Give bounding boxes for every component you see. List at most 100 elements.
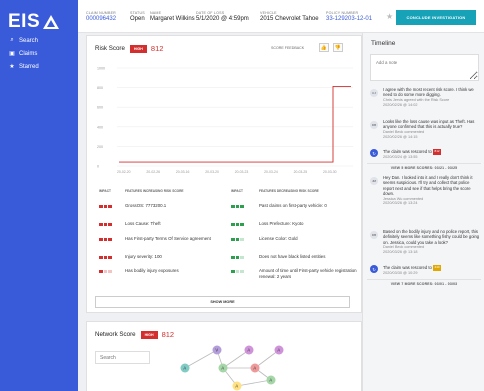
risk-score-chart: 1000 800 600 400 200 0 20-02-20 20-02-26 20-03-1… — [97, 67, 353, 174]
impact-square — [231, 204, 235, 208]
impact-header-left: IMPACT — [99, 189, 111, 193]
feature-label: Does not have black listed entities — [259, 254, 326, 259]
logo-triangle-icon — [43, 15, 60, 29]
network-node[interactable]: A — [180, 363, 190, 373]
timeline-message: Hey Dan. I looked into it and I really d… — [383, 175, 473, 197]
impact-square — [235, 237, 239, 241]
network-score-title: Network Score HIGH 812 — [95, 330, 175, 339]
network-node[interactable]: A — [218, 363, 228, 373]
add-note-input[interactable] — [370, 54, 479, 81]
x-tick-label: 20-03-24 — [264, 170, 278, 174]
claim-number-link[interactable]: 000096432 — [86, 16, 116, 22]
feature-row: Does not have black listed entities — [87, 254, 363, 268]
y-tick-label: 0 — [97, 165, 99, 169]
feature-row: License Color: Gold — [87, 236, 363, 250]
timeline-message: Based on the bodily injury and no police… — [383, 229, 480, 245]
network-score-value: 812 — [161, 330, 175, 339]
avatar: DB — [370, 231, 378, 239]
network-node-label: A — [183, 366, 186, 371]
show-more-button[interactable]: SHOW MORE — [95, 296, 350, 308]
rescore-icon: ↻ — [370, 149, 378, 157]
y-tick-label: 600 — [97, 106, 103, 110]
score-feedback-label: SCORE FEEDBACK — [271, 46, 305, 50]
feature-label: License Color: Gold — [259, 236, 298, 241]
search-icon: ⌕ — [10, 37, 14, 43]
impact-square — [235, 222, 239, 226]
network-node[interactable]: V — [212, 345, 222, 355]
y-tick-label: 200 — [97, 145, 103, 149]
impact-indicator — [231, 237, 245, 243]
feature-label: Past claims on first-party vehicle: 0 — [259, 203, 327, 208]
policy-number-link[interactable]: 33-129203-12-01 — [326, 16, 372, 22]
network-node-label: A — [277, 348, 280, 353]
network-edge — [222, 349, 250, 369]
network-node[interactable]: A — [232, 381, 242, 391]
sidebar-nav: ⌕ Search ▣ Claims ★ Starred — [0, 34, 78, 73]
logo-text: EIS — [8, 11, 41, 32]
network-node-label: A — [253, 366, 256, 371]
view-more-scores-link[interactable]: VIEW 7 MORE SCORES: 03/01 - 03/03 — [363, 282, 484, 286]
x-tick-label: 20-03-30 — [323, 170, 337, 174]
divider — [367, 163, 481, 164]
sidebar-item-search[interactable]: ⌕ Search — [0, 34, 78, 47]
impact-square — [235, 204, 239, 208]
timeline-timestamp: 2020/02/26 @ 14:15 — [383, 134, 418, 139]
timeline-text: I agree with the most recent risk score.… — [383, 87, 481, 107]
sidebar: EIS ⌕ Search ▣ Claims ★ Starred — [0, 0, 78, 391]
sidebar-item-claims[interactable]: ▣ Claims — [0, 47, 78, 60]
impact-square — [240, 237, 244, 241]
network-node-label: A — [247, 348, 250, 353]
impact-header-right: IMPACT — [231, 189, 243, 193]
rescore-icon: ↻ — [370, 265, 378, 273]
timeline-panel: Timeline CJ I agree with the most recent … — [362, 33, 484, 391]
thumbs-down-button[interactable]: 👎 — [333, 43, 343, 52]
increasing-header: FEATURES INCREASING RISK SCORE — [125, 189, 184, 193]
avatar: JM — [370, 177, 378, 185]
timeline-text: Based on the bodily injury and no police… — [383, 229, 481, 255]
claim-number: CLAIM NUMBER 000096432 — [86, 11, 117, 22]
star-icon: ★ — [9, 64, 15, 70]
timeline-message: I agree with the most recent risk score.… — [383, 87, 474, 98]
logo[interactable]: EIS — [0, 0, 78, 34]
network-node-label: A — [235, 384, 238, 389]
impact-square — [240, 222, 244, 226]
sidebar-item-label: Claims — [19, 50, 38, 57]
date-of-loss: DATE OF LOSS 5/1/2020 @ 4:59pm — [196, 11, 249, 22]
conclude-investigation-button[interactable]: CONCLUDE INVESTIGATION — [396, 10, 476, 25]
network-node[interactable]: A — [244, 345, 254, 355]
timeline-message: Looks like the loss cause was input as T… — [383, 119, 475, 130]
thumbs-up-icon: 👍 — [320, 44, 328, 51]
risk-level-badge: HIGH — [129, 44, 147, 53]
claimant-name: NAME Margaret Wilkins — [150, 11, 195, 22]
feature-label: Amount of time until First-party vehicle… — [259, 268, 357, 279]
thumbs-up-button[interactable]: 👍 — [319, 43, 329, 52]
risk-score-card: Risk Score HIGH 812 SCORE FEEDBACK 👍 👎 1… — [86, 35, 362, 313]
view-more-scores-link[interactable]: VIEW 5 MORE SCORES: 03/21 - 03/25 — [363, 166, 484, 170]
y-tick-label: 800 — [97, 86, 103, 90]
risk-score-series-line — [119, 85, 351, 163]
timeline-timestamp: 2020/03/26 @ 13:24 — [383, 201, 418, 206]
sidebar-item-starred[interactable]: ★ Starred — [0, 60, 78, 73]
rescore-badge: 812 — [433, 149, 442, 155]
network-graph[interactable]: V A A A A A A A — [167, 342, 297, 391]
network-edge — [236, 379, 272, 387]
claim-status: STATUS Open — [130, 11, 145, 22]
impact-indicator — [231, 255, 245, 261]
network-node[interactable]: A — [266, 375, 276, 385]
network-level-badge: HIGH — [140, 330, 158, 339]
star-icon[interactable]: ★ — [386, 12, 393, 21]
x-tick-label: 20-03-16 — [176, 170, 190, 174]
risk-score-value: 812 — [150, 44, 164, 53]
x-tick-label: 20-02-26 — [146, 170, 160, 174]
thumbs-down-icon: 👎 — [334, 44, 342, 51]
network-edge — [254, 349, 280, 369]
network-node[interactable]: A — [274, 345, 284, 355]
timeline-timestamp: 2020/02/26 @ 14:02 — [383, 102, 418, 107]
network-search-input[interactable] — [95, 351, 150, 364]
briefcase-icon: ▣ — [9, 51, 15, 57]
feature-row: Past claims on first-party vehicle: 0 — [87, 203, 363, 217]
y-tick-label: 1000 — [97, 67, 105, 71]
network-node[interactable]: A — [250, 363, 260, 373]
network-node-label: V — [215, 348, 218, 353]
network-edge — [184, 349, 218, 369]
